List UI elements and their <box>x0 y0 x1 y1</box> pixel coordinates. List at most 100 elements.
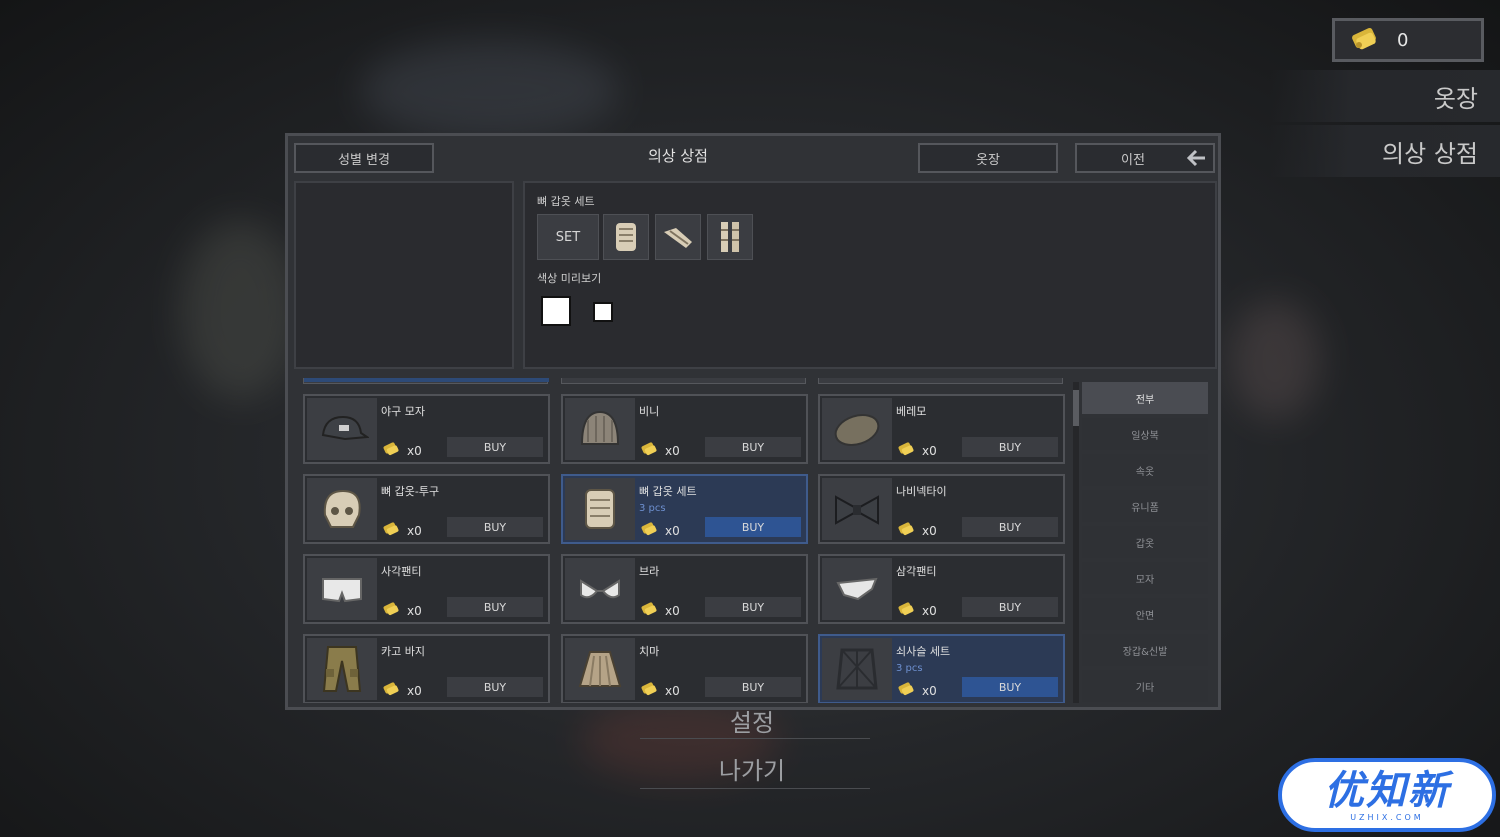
menu-divider <box>640 738 870 739</box>
item-card[interactable]: 뼈 갑옷 세트 3 pcs x0 BUY <box>561 474 808 544</box>
category-tab[interactable]: 안면 <box>1082 598 1208 630</box>
gold-ticket-icon <box>1347 23 1383 57</box>
baseball-cap-icon <box>307 398 377 460</box>
arrow-left-icon <box>1185 148 1207 172</box>
watermark-text: 优知新 <box>1324 767 1450 814</box>
back-label: 이전 <box>1121 152 1145 168</box>
color-swatch[interactable] <box>593 302 613 322</box>
beret-icon <box>822 398 892 460</box>
item-card[interactable]: 쇠사슬 세트 3 pcs x0 BUY <box>818 634 1065 703</box>
category-tab[interactable]: 갑옷 <box>1082 526 1208 558</box>
briefs-icon <box>822 558 892 620</box>
category-tab[interactable]: 장갑&신발 <box>1082 634 1208 666</box>
wardrobe-button[interactable]: 옷장 <box>918 143 1058 173</box>
bra-icon <box>565 558 635 620</box>
buy-button[interactable]: BUY <box>962 597 1058 617</box>
item-count: x0 <box>381 441 422 460</box>
exit-menu-item[interactable]: 나가기 <box>632 751 872 786</box>
buy-button[interactable]: BUY <box>705 677 801 697</box>
bone-armor-icon <box>565 478 635 540</box>
background-figure <box>180 220 300 400</box>
item-card[interactable]: 나비넥타이 x0 BUY <box>818 474 1065 544</box>
gold-ticket-icon <box>639 521 659 540</box>
skirt-icon <box>565 638 635 700</box>
gold-ticket-icon <box>896 601 916 620</box>
costume-shop-menu-item[interactable]: 의상 상점 <box>1270 125 1500 177</box>
bone-armor-arm-icon[interactable] <box>655 214 701 260</box>
bone-armor-top-icon[interactable] <box>603 214 649 260</box>
item-count-value: x0 <box>922 683 937 698</box>
currency-amount: 0 <box>1397 29 1409 51</box>
buy-button[interactable]: BUY <box>447 517 543 537</box>
item-count-value: x0 <box>665 523 680 538</box>
item-name: 나비넥타이 <box>896 485 947 498</box>
item-card[interactable]: 베레모 x0 BUY <box>818 394 1065 464</box>
item-name: 뼈 갑옷-투구 <box>381 485 440 498</box>
partial-card <box>561 378 806 384</box>
item-count: x0 <box>639 681 680 700</box>
gold-ticket-icon <box>896 681 916 700</box>
wardrobe-menu-item[interactable]: 옷장 <box>1270 70 1500 122</box>
scroll-thumb[interactable] <box>1073 390 1079 426</box>
buy-button[interactable]: BUY <box>962 517 1058 537</box>
item-count-value: x0 <box>407 603 422 618</box>
bone-armor-legs-icon[interactable] <box>707 214 753 260</box>
item-name: 야구 모자 <box>381 405 425 418</box>
item-card[interactable]: 뼈 갑옷-투구 x0 BUY <box>303 474 550 544</box>
set-button[interactable]: SET <box>537 214 599 260</box>
gold-ticket-icon <box>381 441 401 460</box>
item-card[interactable]: 치마 x0 BUY <box>561 634 808 703</box>
buy-button[interactable]: BUY <box>705 437 801 457</box>
back-button[interactable]: 이전 <box>1075 143 1215 173</box>
gold-ticket-icon <box>896 521 916 540</box>
category-tab[interactable]: 모자 <box>1082 562 1208 594</box>
gender-change-button[interactable]: 성별 변경 <box>294 143 434 173</box>
partial-card <box>303 378 549 384</box>
item-count: x0 <box>639 601 680 620</box>
buy-button[interactable]: BUY <box>447 437 543 457</box>
item-card[interactable]: 야구 모자 x0 BUY <box>303 394 550 464</box>
color-swatch[interactable] <box>541 296 571 326</box>
item-card[interactable]: 카고 바지 x0 BUY <box>303 634 550 703</box>
item-name: 삼각팬티 <box>896 565 937 578</box>
item-name: 사각팬티 <box>381 565 422 578</box>
menu-divider <box>640 788 870 789</box>
category-tab[interactable]: 일상복 <box>1082 418 1208 450</box>
category-tab[interactable]: 유니폼 <box>1082 490 1208 522</box>
buy-button[interactable]: BUY <box>705 597 801 617</box>
category-list: 전부일상복속옷유니폼갑옷모자안면장갑&신발기타 <box>1082 382 1210 703</box>
gold-ticket-icon <box>896 441 916 460</box>
category-tab[interactable]: 전부 <box>1082 382 1208 414</box>
item-card[interactable]: 삼각팬티 x0 BUY <box>818 554 1065 624</box>
item-card[interactable]: 비니 x0 BUY <box>561 394 808 464</box>
item-count-value: x0 <box>407 683 422 698</box>
buy-button[interactable]: BUY <box>962 677 1058 697</box>
buy-button[interactable]: BUY <box>962 437 1058 457</box>
item-card[interactable]: 브라 x0 BUY <box>561 554 808 624</box>
item-count: x0 <box>639 441 680 460</box>
item-count: x0 <box>639 521 680 540</box>
buy-button[interactable]: BUY <box>447 597 543 617</box>
item-count-value: x0 <box>407 443 422 458</box>
buy-button[interactable]: BUY <box>447 677 543 697</box>
buy-button[interactable]: BUY <box>705 517 801 537</box>
category-tab[interactable]: 속옷 <box>1082 454 1208 486</box>
gold-ticket-icon <box>639 441 659 460</box>
panel-title: 의상 상점 <box>648 147 708 165</box>
chainmail-icon <box>822 638 892 700</box>
item-count-value: x0 <box>922 443 937 458</box>
item-pieces: 3 pcs <box>639 503 666 514</box>
item-grid: 야구 모자 x0 BUY 비니 x0 BUY 베레모 x0 BUY 뼈 갑옷-투구 x0 BUY 뼈 갑… <box>294 378 1069 703</box>
cargo-pants-icon <box>307 638 377 700</box>
item-name: 브라 <box>639 565 660 578</box>
boxers-icon <box>307 558 377 620</box>
item-card[interactable]: 사각팬티 x0 BUY <box>303 554 550 624</box>
background-figure <box>1230 300 1320 420</box>
gold-ticket-icon <box>381 601 401 620</box>
set-info-box: 뼈 갑옷 세트 SET 색상 미리보기 <box>523 181 1217 369</box>
category-tab[interactable]: 기타 <box>1082 670 1208 702</box>
bowtie-icon <box>822 478 892 540</box>
watermark-logo: 优知新 UZHIX.COM <box>1278 758 1496 832</box>
item-scrollbar[interactable] <box>1073 382 1079 703</box>
costume-shop-panel: 성별 변경 의상 상점 옷장 이전 뼈 갑옷 세트 SET 색상 미리보기 야구… <box>285 133 1221 710</box>
